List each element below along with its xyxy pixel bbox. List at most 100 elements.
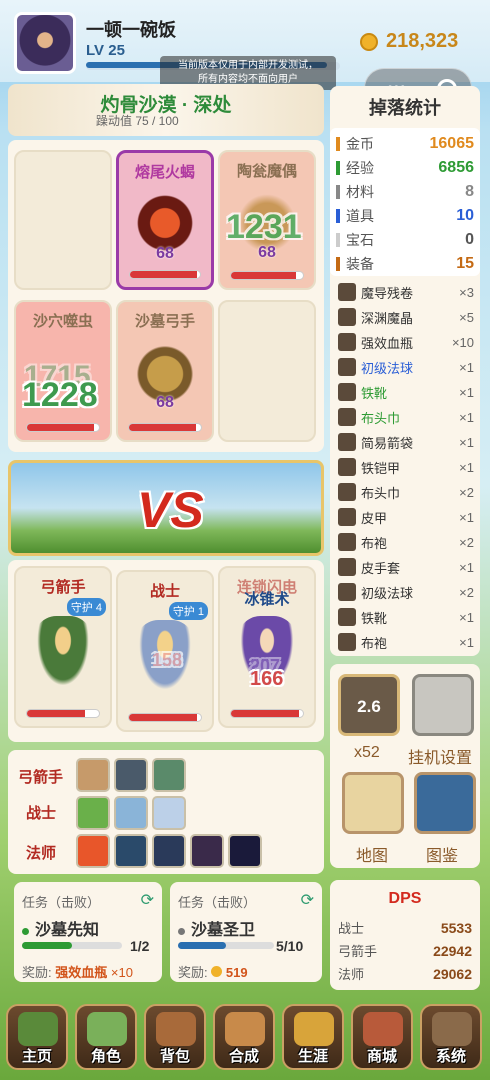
vortex-skill-icon[interactable] [228,834,262,868]
map-label[interactable]: 地图 [356,842,388,866]
drop-item-row[interactable]: 魔导残卷 ×3 [338,280,474,304]
task-progress-bar [178,942,274,949]
drop-item-row[interactable]: 初级法球 ×1 [338,355,474,379]
nav-character-button[interactable]: 角色 [75,1004,137,1070]
codex-label[interactable]: 图鉴 [426,842,458,866]
drop-item-row[interactable]: 简易箭袋 ×1 [338,430,474,454]
drop-item-row[interactable]: 铁靴 ×1 [338,605,474,629]
item-name: 布头巾 [361,485,401,501]
item-icon [338,583,356,601]
enemy-hp-bar [129,270,201,279]
nav-label: 合成 [228,1048,259,1065]
drop-item-row[interactable]: 布袍 ×2 [338,530,474,554]
player-level: LV 25 [86,42,125,59]
enemy-level: 68 [258,244,276,261]
system-icon [432,1012,472,1046]
enemy-card[interactable]: 沙墓弓手 68 [116,300,214,442]
nav-label: 生涯 [297,1048,328,1065]
item-qty: ×2 [459,534,474,550]
item-qty: ×5 [459,309,474,325]
drop-stats-panel: 掉落统计 金币 16065 经验 6856 材料 8 道具 10 宝石 0 装备 15 魔导残卷 ×3 深… [330,86,480,656]
refresh-icon[interactable]: ⟳ [141,890,154,910]
nav-craft-button[interactable]: 合成 [213,1004,275,1070]
meteor-skill-icon[interactable] [190,834,224,868]
arrow-rain-skill-icon[interactable] [114,758,148,792]
dps-row: 弓箭手 22942 [338,939,472,962]
task-card[interactable]: 任务（击败） ⟳ 沙墓圣卫 5/10 奖励: 519 [170,882,322,982]
enemy-name: 陶瓮魔偶 [236,163,297,180]
item-name: 初级法球 [361,360,414,376]
shield-skill-icon[interactable] [152,796,186,830]
sword-skill-icon[interactable] [114,796,148,830]
nav-home-button[interactable]: 主页 [6,1004,68,1070]
drop-item-row[interactable]: 布头巾 ×1 [338,405,474,429]
idle-settings-label[interactable]: 挂机设置 [408,744,472,768]
item-qty: ×1 [459,559,474,575]
nav-shop-button[interactable]: 商城 [351,1004,413,1070]
guard-badge: 守护 1 [168,602,208,620]
stat-value: 16065 [429,135,475,152]
avatar[interactable] [14,12,76,74]
item-icon [338,508,356,526]
nav-system-button[interactable]: 系统 [420,1004,482,1070]
area-heat: 躁动值 75 / 100 [96,114,179,128]
item-qty: ×1 [459,509,474,525]
target-skill-icon[interactable] [152,758,186,792]
refresh-icon[interactable]: ⟳ [301,890,314,910]
nav-label: 主页 [21,1048,52,1065]
lightning-skill-icon[interactable] [152,834,186,868]
enemy-card[interactable]: 沙穴噬虫 1715 1228 [14,300,112,442]
slash-skill-icon[interactable] [76,796,110,830]
item-name: 简易箭袋 [361,435,414,451]
damage-number: 1228 [22,376,98,414]
guard-badge: 守护 4 [66,598,106,616]
item-name: 初级法球 [361,585,414,601]
drop-stat-row: 装备 15 [336,252,474,276]
map-icon[interactable] [342,772,404,834]
task-progress: 1/2 [130,938,150,954]
ice-spike-skill-icon[interactable] [114,834,148,868]
dps-title: DPS [388,890,422,907]
item-icon [338,283,356,301]
shop-icon [363,1012,403,1046]
drop-item-row[interactable]: 深渊魔晶 ×5 [338,305,474,329]
stat-label: 金币 [346,136,374,152]
hero-card[interactable]: 连锁闪电 冰锥术 207 166 [218,566,316,728]
item-name: 铁靴 [361,385,388,401]
drop-item-row[interactable]: 皮甲 ×1 [338,505,474,529]
settings-sliders-icon[interactable] [412,674,474,736]
enemy-slot-empty [218,300,316,442]
character-icon [87,1012,127,1046]
drop-item-row[interactable]: 强效血瓶 ×10 [338,330,474,354]
speed-button[interactable]: 2.6 [338,674,400,736]
drop-item-row[interactable]: 布袍 ×1 [338,630,474,654]
enemy-card[interactable]: 熔尾火蝎 68 [116,150,214,290]
enemy-card[interactable]: 陶瓮魔偶 1231 68 [218,150,316,290]
nav-career-button[interactable]: 生涯 [282,1004,344,1070]
damage-number: 166 [250,668,284,690]
multishot-skill-icon[interactable] [76,758,110,792]
item-qty: ×1 [459,609,474,625]
drop-item-row[interactable]: 布头巾 ×2 [338,480,474,504]
controls-panel: 2.6 x52 挂机设置 地图 图鉴 [330,664,480,868]
codex-book-icon[interactable] [414,772,476,834]
speed-value: 2.6 [357,697,381,716]
item-qty: ×1 [459,634,474,650]
drop-item-row[interactable]: 皮手套 ×1 [338,555,474,579]
task-target-name: 沙墓先知 [35,922,100,939]
damage-number: 1231 [226,208,302,246]
drop-item-row[interactable]: 铁靴 ×1 [338,380,474,404]
task-card[interactable]: 任务（击败） ⟳ 沙墓先知 1/2 奖励: 强效血瓶 ×10 [14,882,162,982]
reward-gold: 519 [225,965,248,980]
drop-item-row[interactable]: 铁铠甲 ×1 [338,455,474,479]
hero-card[interactable]: 战士 守护 1 158 [116,570,214,732]
nav-backpack-button[interactable]: 背包 [144,1004,206,1070]
item-icon [338,608,356,626]
drop-item-row[interactable]: 初级法球 ×2 [338,580,474,604]
fireball-skill-icon[interactable] [76,834,110,868]
item-qty: ×1 [459,459,474,475]
area-header: 灼骨沙漠 · 深处 躁动值 75 / 100 [8,84,324,136]
skills-panel: 弓箭手 战士 法师 [8,750,324,874]
task-header: 任务（击败） [178,895,257,910]
hero-card[interactable]: 弓箭手 守护 4 [14,566,112,728]
